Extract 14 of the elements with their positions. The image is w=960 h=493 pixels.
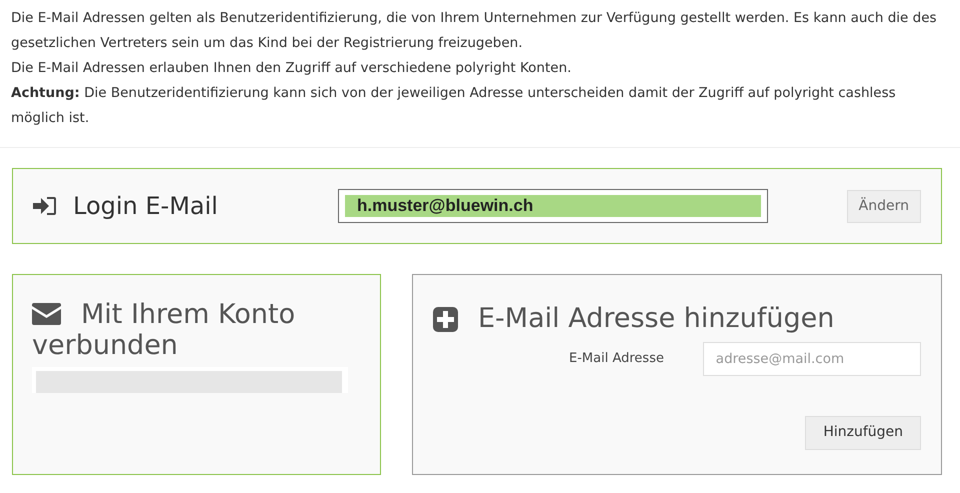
add-button[interactable]: Hinzufügen <box>805 416 921 450</box>
intro-paragraph: Achtung: Die Benutzeridentifizierung kann sich von der jeweiligen Adresse unterscheiden damit der Zugriff auf polyright cashless möglich ist. <box>11 84 897 128</box>
login-email-field[interactable]: h.muster@bluewin.ch <box>338 189 768 223</box>
sign-in-icon <box>33 196 57 216</box>
plus-icon <box>433 306 458 332</box>
change-button[interactable]: Ändern <box>846 190 921 222</box>
add-title: E-Mail Adresse hinzufügen <box>478 302 834 336</box>
email-input[interactable]: adresse@mail.com <box>702 342 921 376</box>
intro-paragraph: Die E-Mail Adressen erlauben Ihnen den Zugriff auf verschiedene polyright Konten. <box>11 59 572 78</box>
field-label: E-Mail Adresse <box>569 350 665 368</box>
envelope-icon <box>32 303 61 325</box>
login-title: Login E-Mail <box>73 191 219 222</box>
linked-title: Mit Ihrem Konto verbunden <box>32 299 296 361</box>
intro-paragraph: Die E-Mail Adressen gelten als Benutzeridentifizierung, die von Ihrem Unternehmen zur Verfügung gestellt werden. Es kann auch die des gesetzlichen Vertreters sein um das Kind bei der Registrierung freizugeben. <box>11 9 938 53</box>
